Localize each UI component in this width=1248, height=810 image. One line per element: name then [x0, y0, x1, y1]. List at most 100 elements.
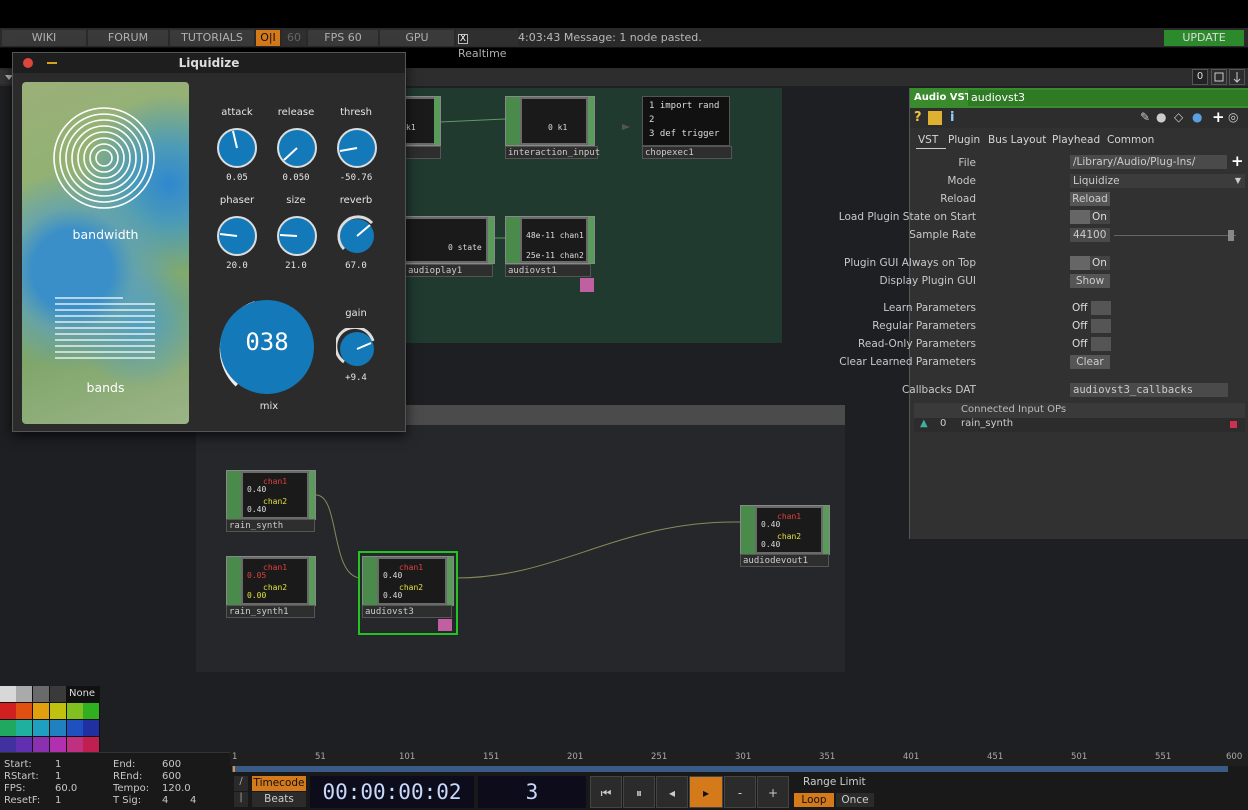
- swatch-blue[interactable]: [67, 720, 83, 736]
- plugin-artwork[interactable]: bandwidth bands: [22, 82, 189, 424]
- plugin-window-title[interactable]: Liquidize: [13, 53, 405, 73]
- learn-params-toggle[interactable]: [1091, 301, 1111, 315]
- interaction-input-label[interactable]: interaction_input: [505, 146, 600, 159]
- tsig-value-b[interactable]: 4: [190, 795, 196, 807]
- clear-button[interactable]: Clear: [1070, 355, 1110, 369]
- beats-button[interactable]: Beats: [252, 792, 306, 807]
- attack-knob[interactable]: [216, 127, 258, 169]
- swatch-red[interactable]: [0, 703, 16, 719]
- timecode-button[interactable]: Timecode: [252, 776, 306, 791]
- playhead[interactable]: [233, 766, 235, 772]
- swatch-magenta[interactable]: [50, 737, 66, 753]
- resetf-value[interactable]: 1: [55, 795, 61, 807]
- swatch-indigo[interactable]: [0, 737, 16, 753]
- timecode-display[interactable]: 00:00:00:02: [310, 776, 474, 808]
- vst-plugin-badge-icon[interactable]: [438, 619, 452, 631]
- tsig-value-a[interactable]: 4: [162, 795, 168, 807]
- step-forward-icon[interactable]: +: [757, 776, 789, 808]
- swatch-green[interactable]: [83, 703, 99, 719]
- play-forward-icon[interactable]: ▸: [689, 776, 723, 808]
- close-icon[interactable]: [23, 58, 33, 68]
- tab-bus-layout[interactable]: Bus Layout: [988, 134, 1046, 146]
- callbacks-field[interactable]: audiovst3_callbacks: [1070, 383, 1228, 397]
- up-arrow-icon[interactable]: ▲: [920, 418, 928, 429]
- swatch-white[interactable]: [0, 686, 16, 702]
- minimize-icon[interactable]: [47, 62, 57, 64]
- swatch-emerald[interactable]: [0, 720, 16, 736]
- python-help-icon[interactable]: [928, 111, 942, 125]
- swatch-violet[interactable]: [16, 737, 32, 753]
- tab-vst[interactable]: VST: [918, 134, 938, 146]
- audioplay-node[interactable]: 0 state: [405, 216, 495, 264]
- gain-knob[interactable]: [336, 328, 378, 370]
- interaction-input-node[interactable]: 0 k1: [505, 96, 595, 146]
- fps-value[interactable]: 60.0: [55, 783, 77, 795]
- readonly-params-toggle[interactable]: [1091, 337, 1111, 351]
- swatch-grey[interactable]: [33, 686, 49, 702]
- add-icon[interactable]: +: [1212, 108, 1225, 126]
- regular-params-toggle[interactable]: [1091, 319, 1111, 333]
- python-icon[interactable]: ●: [1192, 110, 1202, 124]
- swatch-yellow[interactable]: [50, 703, 66, 719]
- rstart-value[interactable]: 1: [55, 771, 61, 783]
- start-value[interactable]: 1: [55, 759, 61, 771]
- swatch-amber[interactable]: [33, 703, 49, 719]
- audiovst1-node[interactable]: 48e-11 chan1 25e-11 chan2: [505, 216, 595, 264]
- chopexec-node[interactable]: 1 import rand 2 3 def trigger: [642, 96, 730, 146]
- thresh-knob[interactable]: [336, 127, 378, 169]
- bandwidth-rings-icon[interactable]: [52, 106, 156, 210]
- tag-icon[interactable]: ◇: [1174, 110, 1183, 124]
- swatch-pink[interactable]: [67, 737, 83, 753]
- tab-playhead[interactable]: Playhead: [1052, 134, 1100, 146]
- once-button[interactable]: Once: [836, 793, 874, 807]
- gui-on-top-toggle[interactable]: [1070, 256, 1090, 270]
- sample-rate-slider[interactable]: [1114, 235, 1236, 236]
- end-value[interactable]: 600: [162, 759, 181, 771]
- edit-icon[interactable]: ✎: [1140, 110, 1150, 124]
- tempo-value[interactable]: 120.0: [162, 783, 191, 795]
- rewind-start-icon[interactable]: ⏮: [590, 776, 622, 808]
- file-add-icon[interactable]: +: [1231, 152, 1244, 170]
- bands-lines-icon[interactable]: [55, 296, 155, 362]
- plugin-window[interactable]: Liquidize bandwidth bands attack 0.05 re…: [12, 52, 406, 432]
- rain-synth-label[interactable]: rain_synth: [226, 519, 315, 532]
- reverb-knob[interactable]: [336, 215, 378, 257]
- audiodevout-label[interactable]: audiodevout1: [740, 554, 829, 567]
- swatch-orange[interactable]: [16, 703, 32, 719]
- sample-rate-slider-handle[interactable]: [1228, 230, 1234, 241]
- audiovst1-label[interactable]: audiovst1: [505, 264, 591, 277]
- sample-rate-field[interactable]: 44100: [1070, 228, 1110, 242]
- file-field[interactable]: /Library/Audio/Plug-Ins/: [1070, 155, 1227, 169]
- connected-op-name[interactable]: rain_synth: [961, 418, 1013, 429]
- rain-synth1-label[interactable]: rain_synth1: [226, 605, 315, 618]
- swatch-purple[interactable]: [33, 737, 49, 753]
- swatch-cyan[interactable]: [33, 720, 49, 736]
- audiodevout-node[interactable]: chan1 0.40 chan2 0.40: [740, 505, 830, 555]
- release-knob[interactable]: [276, 127, 318, 169]
- vst-plugin-badge-icon[interactable]: [580, 278, 594, 292]
- phaser-knob[interactable]: [216, 215, 258, 257]
- rain-synth-node[interactable]: chan1 0.40 chan2 0.40: [226, 470, 316, 520]
- timeline-track[interactable]: [232, 766, 1228, 772]
- swatch-rose[interactable]: [83, 737, 99, 753]
- rain-synth1-node[interactable]: chan1 0.05 chan2 0.00: [226, 556, 316, 606]
- comment-icon[interactable]: ●: [1156, 110, 1166, 124]
- swatch-teal[interactable]: [16, 720, 32, 736]
- size-knob[interactable]: [276, 215, 318, 257]
- step-back-icon[interactable]: -: [724, 776, 756, 808]
- tab-common[interactable]: Common: [1107, 134, 1154, 146]
- tab-plugin[interactable]: Plugin: [948, 134, 980, 146]
- swatch-lime[interactable]: [67, 703, 83, 719]
- play-reverse-icon[interactable]: ◂: [656, 776, 688, 808]
- loop-button[interactable]: Loop: [794, 793, 834, 807]
- rend-value[interactable]: 600: [162, 771, 181, 783]
- swatch-sky[interactable]: [50, 720, 66, 736]
- swatch-navy[interactable]: [83, 720, 99, 736]
- swatch-lightgrey[interactable]: [16, 686, 32, 702]
- target-icon[interactable]: ◎: [1228, 110, 1238, 124]
- swatch-darkgrey[interactable]: [50, 686, 66, 702]
- timeline-ruler[interactable]: 1 51 101 151 201 251 301 351 401 451 501…: [230, 752, 1248, 766]
- none-label[interactable]: None: [69, 688, 95, 699]
- load-state-toggle[interactable]: [1070, 210, 1090, 224]
- frame-display[interactable]: 3: [478, 776, 586, 808]
